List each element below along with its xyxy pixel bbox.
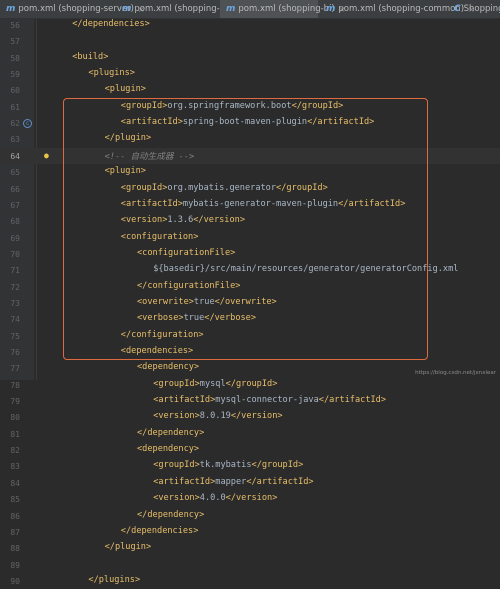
line-number: 56 bbox=[10, 21, 20, 30]
code-text: <build> bbox=[72, 51, 109, 62]
tab-4[interactable]: CShoppingA bbox=[448, 0, 500, 18]
code-line[interactable]: 78 <groupId>mysql</groupId> bbox=[0, 377, 500, 393]
line-number: 57 bbox=[10, 37, 20, 47]
line-number: 74 bbox=[10, 315, 20, 325]
code-line[interactable]: 59 <plugins> bbox=[0, 66, 500, 82]
line-number: 76 bbox=[10, 348, 20, 357]
line-number: 87 bbox=[10, 527, 20, 537]
code-text: <plugin> bbox=[104, 84, 146, 95]
line-number: 78 bbox=[10, 380, 20, 390]
code-line[interactable]: 58 <build> bbox=[0, 50, 500, 66]
tab-3[interactable]: m pom.xml (shopping-common) × bbox=[320, 0, 475, 18]
line-number: 85 bbox=[10, 495, 20, 505]
maven-file-icon: m bbox=[326, 4, 336, 14]
code-line[interactable]: 90 </plugins> bbox=[0, 573, 500, 589]
run-gutter-icon[interactable]: c bbox=[23, 119, 32, 129]
code-text: <artifactId>mysql-connector-java</artifa… bbox=[153, 395, 387, 406]
line-number: 67 bbox=[10, 200, 20, 210]
line-number: 65 bbox=[10, 168, 20, 178]
maven-file-icon: m bbox=[122, 4, 132, 14]
code-line[interactable]: 80 <version>8.0.19</version> bbox=[0, 409, 500, 425]
line-number: 77 bbox=[10, 364, 20, 374]
code-text: <groupId>mysql</groupId> bbox=[153, 378, 278, 389]
tab-1[interactable]: mpom.xml (shopping-api)× bbox=[116, 0, 247, 18]
line-number: 69 bbox=[10, 233, 20, 243]
code-text: </dependencies> bbox=[120, 525, 199, 536]
lightbulb-icon[interactable]: ● bbox=[44, 151, 52, 160]
line-number: 73 bbox=[10, 298, 20, 308]
line-number: 75 bbox=[10, 331, 20, 341]
watermark: https://blog.csdn.net/jxnxlear bbox=[415, 370, 496, 376]
tab-label: pom.xml (shopping-common) bbox=[338, 4, 465, 14]
tab-2[interactable]: m pom.xml (shopping-bi) × bbox=[220, 0, 345, 18]
tab-0[interactable]: m pom.xml (shopping-server) × bbox=[0, 0, 145, 18]
line-number: 80 bbox=[10, 413, 20, 423]
line-number: 70 bbox=[10, 249, 20, 259]
line-number: 81 bbox=[10, 429, 20, 439]
code-text: </plugin> bbox=[104, 542, 152, 553]
line-number: 84 bbox=[10, 478, 20, 488]
code-line[interactable]: 82 <dependency> bbox=[0, 442, 500, 458]
line-number: 60 bbox=[10, 86, 20, 96]
line-number: 89 bbox=[10, 560, 20, 570]
line-number: 64 bbox=[10, 151, 20, 161]
line-number: 58 bbox=[10, 53, 20, 63]
code-line[interactable]: 84 <artifactId>mapper</artifactId> bbox=[0, 475, 500, 491]
tab-label: ShoppingA bbox=[463, 4, 500, 14]
code-line[interactable]: 88 </plugin> bbox=[0, 540, 500, 556]
code-line[interactable]: 60 <plugin> bbox=[0, 82, 500, 98]
maven-file-icon: m bbox=[6, 4, 16, 14]
line-number: 90 bbox=[10, 576, 20, 586]
code-line[interactable]: 85 <version>4.0.0</version> bbox=[0, 491, 500, 507]
code-line[interactable]: 87 </dependencies> bbox=[0, 524, 500, 540]
code-text: </dependencies> bbox=[72, 19, 150, 29]
line-number: 59 bbox=[10, 70, 20, 80]
line-number: 79 bbox=[10, 397, 20, 407]
code-line[interactable]: 86 </dependency> bbox=[0, 508, 500, 524]
code-line[interactable]: 81 </dependency> bbox=[0, 426, 500, 442]
line-number: 63 bbox=[10, 135, 20, 145]
code-line[interactable]: 56 </dependencies> bbox=[0, 17, 500, 33]
maven-file-icon: m bbox=[226, 4, 236, 14]
class-file-icon: C bbox=[454, 4, 461, 14]
line-number: 86 bbox=[10, 511, 20, 521]
code-text: <dependency> bbox=[137, 362, 200, 373]
line-number: 62 bbox=[10, 119, 20, 129]
code-text: <plugins> bbox=[88, 68, 135, 79]
line-number: 83 bbox=[10, 462, 20, 472]
code-text: <version>4.0.0</version> bbox=[153, 493, 278, 504]
line-number: 88 bbox=[10, 544, 20, 554]
line-number: 82 bbox=[10, 446, 20, 456]
code-line[interactable]: 83 <groupId>tk.mybatis</groupId> bbox=[0, 458, 500, 474]
line-number: 68 bbox=[10, 217, 20, 227]
line-number: 66 bbox=[10, 184, 20, 194]
code-line[interactable]: 57 bbox=[0, 33, 500, 49]
code-text: <artifactId>mapper</artifactId> bbox=[153, 476, 314, 487]
code-text: <version>8.0.19</version> bbox=[153, 411, 283, 422]
code-text: </plugins> bbox=[88, 574, 141, 585]
code-text: <groupId>tk.mybatis</groupId> bbox=[153, 460, 304, 471]
line-number: 71 bbox=[10, 266, 20, 276]
line-number: 72 bbox=[10, 282, 20, 292]
code-line[interactable]: 89 bbox=[0, 557, 500, 573]
code-text: <dependency> bbox=[137, 444, 200, 455]
line-number: 61 bbox=[10, 102, 20, 112]
highlight-box bbox=[63, 98, 428, 360]
code-line[interactable]: 79 <artifactId>mysql-connector-java</arti… bbox=[0, 393, 500, 409]
code-text: </dependency> bbox=[137, 509, 205, 520]
code-text: </dependency> bbox=[137, 427, 205, 438]
